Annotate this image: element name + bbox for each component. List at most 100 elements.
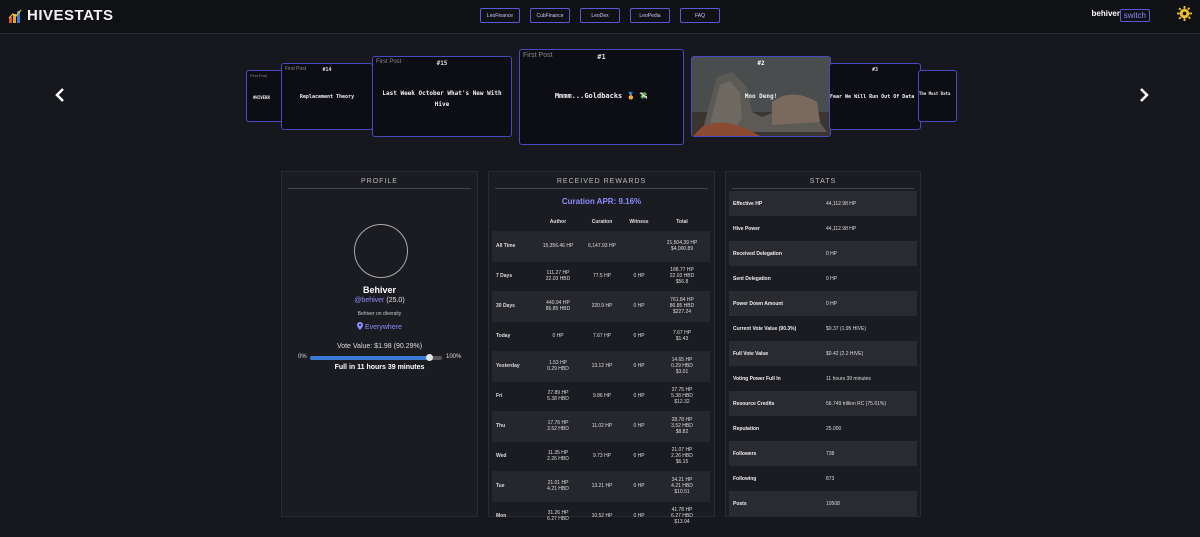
nav-link-cubfinance[interactable]: CubFinance [530,8,570,23]
stat-label: Voting Power Full In [733,375,781,382]
nav-link-leodex[interactable]: LeoDex [580,8,620,23]
stat-value: 873 [826,475,835,482]
profile-handle[interactable]: @behiver [354,297,384,304]
top-bar: HIVESTATS LeoFinance CubFinance LeoDex L… [0,0,1200,34]
table-row: Wed 11.35 HP 2.26 HBD 9.73 HP 0 HP 21.07 HP 2.… [492,440,710,471]
profile-location-line: Everywhere [282,322,477,331]
table-row: Tue 21.01 HP 4.21 HBD 13.21 HP 0 HP 34.21 HP 4… [492,470,710,501]
curation-cell: 77.5 HP [580,260,624,291]
post-title: The Most Data [919,91,951,96]
stats-panel: STATS Effective HP 44,112.98 HP Hive Power… [725,171,921,517]
stat-label: Full Vote Value [733,350,769,357]
curation-cell: 7.67 HP [580,320,624,351]
author-cell: 11.35 HP 2.26 HBD [536,440,580,471]
stat-row: Reputation 25.000 [729,416,917,441]
author-cell: 21.01 HP 4.21 HBD [536,470,580,501]
post-card[interactable]: First Post #15 Last Week October What's … [372,56,512,137]
curation-cell-line: 77.5 HP [592,273,612,279]
stat-value: 56.749 trillion RC (75.61%) [826,400,887,407]
post-title: Mmmm...Goldbacks 🏅 💸 [554,92,649,100]
post-card-featured[interactable]: First Post #1 Mmmm...Goldbacks 🏅 💸 [519,49,684,145]
table-row: Today 0 HP 7.67 HP 0 HP 7.67 HP $1.43 [492,320,710,351]
bar-max-label: 100% [446,354,462,360]
profile-name: Behiver [362,285,397,295]
witness-cell: 0 HP [624,350,654,381]
post-rank: #2 [757,60,765,67]
author-cell-line: 2.26 HBD [547,456,569,462]
stat-label: Received Delegation [733,250,782,257]
stat-value: 25.000 [826,425,842,432]
author-cell-line: 6.27 HBD [547,516,569,523]
row-label: Mon [492,500,536,531]
app-name: HIVESTATS [27,7,114,24]
row-label: Wed [492,440,536,471]
post-card[interactable]: #2 Moo Deng! [691,56,831,137]
stat-value: 738 [826,450,835,457]
brand[interactable]: HIVESTATS [8,7,113,24]
row-label: Thu [492,410,536,441]
chevron-left-icon[interactable] [53,87,67,103]
row-label: Today [492,320,536,351]
stat-row: Effective HP 44,112.98 HP [729,191,917,216]
top-posts-carousel: First Post #HIVEBR First Post #14 Replac… [0,34,1200,162]
stat-label: Current Vote Value (90.3%) [733,325,797,332]
post-title: Fear We Will Run Out Of Data [830,94,915,100]
current-user: behiver [1091,9,1120,18]
witness-cell: 0 HP [624,440,654,471]
nav-link-faq[interactable]: FAQ [680,8,720,23]
post-card[interactable]: The Most Data [918,70,957,122]
post-card[interactable]: First Post #14 Replacement Theory [281,63,373,130]
gear-icon[interactable] [1177,6,1192,21]
stat-value: $0.42 (2.2 HIVE) [826,350,864,357]
table-row: Thu 17.76 HP 3.52 HBD 11.02 HP 0 HP 28.78 HP 3… [492,410,710,441]
post-rank: #15 [436,60,448,67]
table-row: Fri 27.89 HP 5.38 HBD 9.86 HP 0 HP 37.75 HP 5.… [492,380,710,411]
curation-cell: 320.9 HP [580,290,624,321]
witness-cell: 0 HP [624,320,654,351]
row-label-line: 7 Days [496,273,513,279]
curation-cell: 9.73 HP [580,440,624,471]
stat-row: Power Down Amount 0 HP [729,291,917,316]
voting-power-fill [310,356,430,360]
stat-value: 11 hours 39 minutes [826,375,871,382]
table-row: All Time 15,356.46 HP 6,147.93 HP 21,504.39… [492,230,710,261]
curation-cell: 6,147.93 HP [580,230,624,261]
col-header-curation: Curation [591,218,613,225]
author-cell: 1.53 HP 0.29 HBD [536,350,580,381]
voting-power-knob [426,354,434,361]
total-cell-line: $10.51 [674,489,690,495]
nav-link-leopedia[interactable]: LeoPedia [630,8,670,23]
total-cell: 28.78 HP 3.52 HBD $8.82 [654,410,710,441]
stat-label: Following [733,475,757,482]
author-cell-line: 86.85 HBD [545,306,571,312]
row-label: All Time [492,230,536,261]
col-header [492,213,536,231]
col-header-witness: Witness [629,218,649,225]
chart-icon [8,9,22,23]
table-row: Yesterday 1.53 HP 0.29 HBD 13.12 HP 0 HP 14.6… [492,350,710,381]
stat-row: Posts 10508 [729,491,917,516]
author-cell-line: 22.03 HBD [545,276,571,282]
total-cell: 14.65 HP 0.29 HBD $3.01 [654,350,710,381]
post-card[interactable]: #3 Fear We Will Run Out Of Data [829,63,921,130]
profile-location: Everywhere [364,324,402,331]
chevron-right-icon[interactable] [1137,87,1151,103]
curation-cell-line: 6,147.93 HP [588,243,616,249]
curation-cell: 11.02 HP [580,410,624,441]
total-cell: 188.77 HP 22.03 HBD $56.8 [654,260,710,291]
nav-link-leofinance[interactable]: LeoFinance [480,8,520,23]
map-pin-icon [357,322,364,330]
stat-row: Followers 738 [729,441,917,466]
curation-apr: Curation APR: 9.16% [561,197,642,206]
switch-user-button[interactable]: switch [1119,9,1150,22]
row-label-line: Today [496,333,511,339]
total-cell-line: $4,000.89 [670,246,694,252]
row-label-line: Wed [496,453,507,459]
profile-reputation: (25.0) [386,297,405,304]
author-cell-line: 15,356.46 HP [542,243,574,249]
stat-row: Current Vote Value (90.3%) $0.37 (1.95 HI… [729,316,917,341]
voting-power-bar [310,354,442,361]
witness-cell-line: 0 HP [633,303,645,309]
stat-row: Following 873 [729,466,917,491]
total-cell-line: $56.8 [675,279,689,285]
